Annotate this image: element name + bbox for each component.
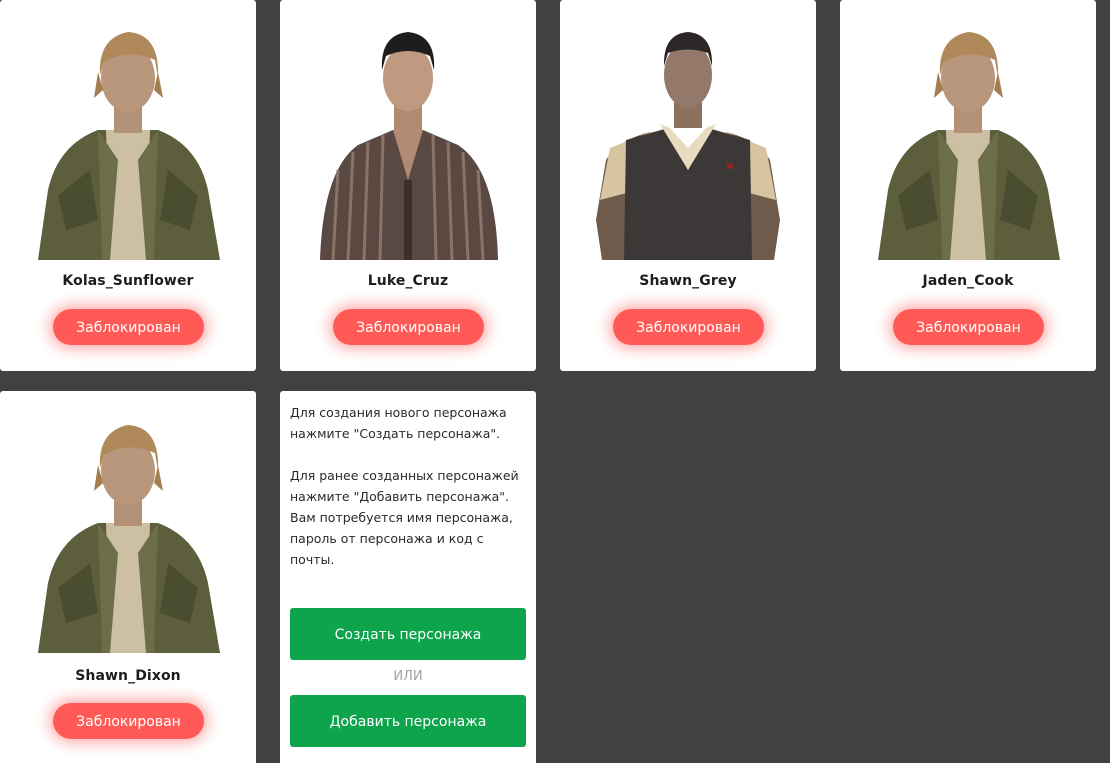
blocked-status-button[interactable]: Заблокирован — [53, 309, 204, 345]
character-portrait-image — [596, 32, 780, 260]
character-portrait-image — [38, 425, 220, 653]
info-paragraph-add: Для ранее созданных персонажей нажмите "… — [290, 468, 519, 567]
character-portrait-image — [38, 32, 220, 260]
character-name: Jaden_Cook — [922, 273, 1014, 289]
character-card[interactable]: Kolas_Sunflower Заблокирован — [0, 0, 256, 371]
info-text: Для создания нового персонажа нажмите "С… — [290, 402, 530, 570]
character-card[interactable]: Shawn_Dixon Заблокирован — [0, 391, 256, 763]
blocked-status-button[interactable]: Заблокирован — [53, 703, 204, 739]
blocked-status-button[interactable]: Заблокирован — [893, 309, 1044, 345]
create-character-button[interactable]: Создать персонажа — [290, 608, 526, 660]
character-portrait-image — [878, 32, 1060, 260]
blocked-status-button[interactable]: Заблокирован — [333, 309, 484, 345]
add-character-button[interactable]: Добавить персонажа — [290, 695, 526, 747]
character-name: Kolas_Sunflower — [62, 273, 194, 289]
character-card[interactable]: Jaden_Cook Заблокирован — [840, 0, 1096, 371]
info-paragraph-create: Для создания нового персонажа нажмите "С… — [290, 405, 507, 441]
character-card[interactable]: Luke_Cruz Заблокирован — [280, 0, 536, 371]
info-panel: Для создания нового персонажа нажмите "С… — [280, 391, 536, 763]
blocked-status-button[interactable]: Заблокирован — [613, 309, 764, 345]
or-separator: ИЛИ — [393, 669, 423, 684]
character-name: Shawn_Dixon — [75, 668, 181, 684]
character-name: Luke_Cruz — [367, 273, 449, 289]
character-name: Shawn_Grey — [639, 273, 737, 289]
character-portrait-image — [320, 32, 498, 261]
character-card[interactable]: Shawn_Grey Заблокирован — [560, 0, 816, 371]
